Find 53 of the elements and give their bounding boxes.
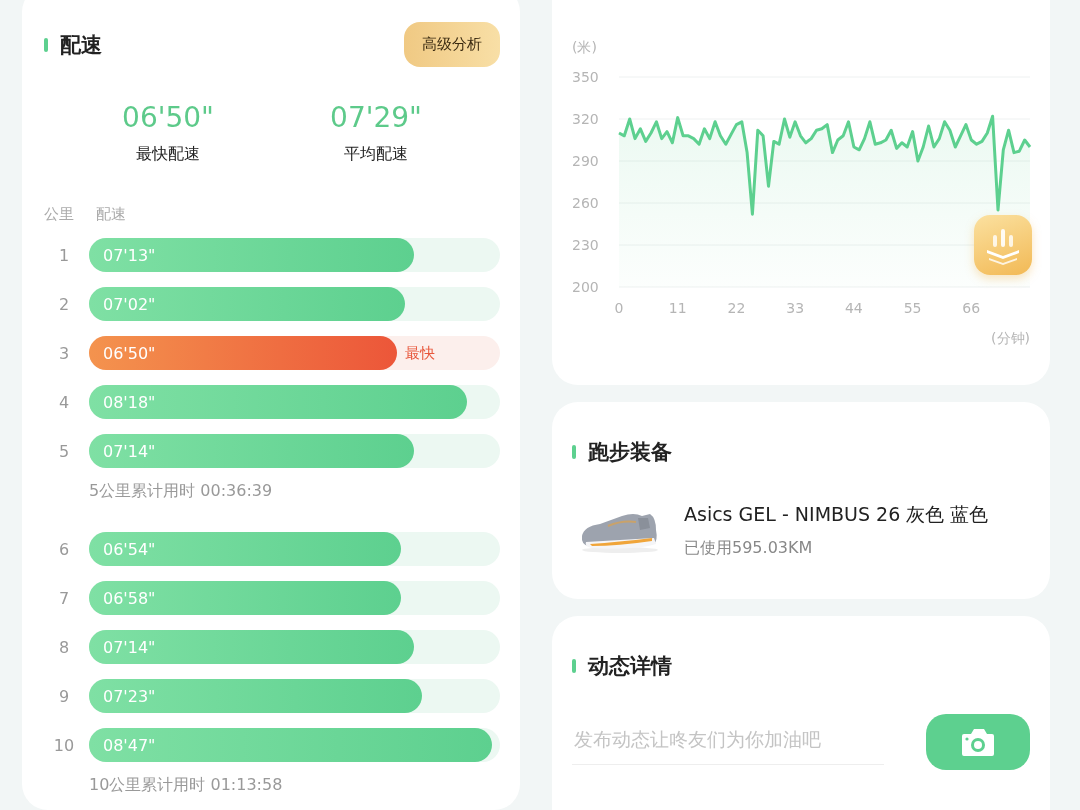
x-axis-unit: (分钟) <box>991 330 1030 346</box>
x-tick-label: 33 <box>786 300 805 316</box>
cumulative-time: 10公里累计用时 01:13:58 <box>88 775 284 796</box>
pace-bar: 08'47" <box>89 728 492 762</box>
shoe-name: Asics GEL - NIMBUS 26 灰色 蓝色 <box>684 502 989 527</box>
km-number: 9 <box>57 686 71 706</box>
camera-button[interactable] <box>926 714 1030 770</box>
km-number: 5 <box>57 441 71 461</box>
km-number: 10 <box>52 735 76 755</box>
pace-bar: 07'14" <box>89 434 414 468</box>
section-title: 配速 <box>60 31 102 59</box>
km-number: 1 <box>57 245 71 265</box>
pace-bar: 07'14" <box>89 630 414 664</box>
pace-bar: 06'50" <box>89 336 398 370</box>
x-tick-label: 11 <box>668 300 687 316</box>
km-number: 2 <box>57 294 71 314</box>
km-number: 7 <box>57 588 71 608</box>
fastest-label: 最快 <box>405 343 436 363</box>
y-tick-label: 260 <box>572 195 599 211</box>
stat-value: 06'50" <box>122 101 214 134</box>
stat-label: 平均配速 <box>344 144 408 165</box>
y-tick-label: 230 <box>572 237 599 253</box>
stat-label: 最快配速 <box>136 144 200 165</box>
x-tick-label: 44 <box>844 300 863 316</box>
x-tick-label: 0 <box>614 300 624 316</box>
pace-bar: 06'54" <box>89 532 402 566</box>
pace-bar: 07'02" <box>89 287 406 321</box>
shoe-mileage: 已使用595.03KM <box>684 538 814 559</box>
x-tick-label: 22 <box>727 300 746 316</box>
pace-bar: 06'58" <box>89 581 402 615</box>
cumulative-time: 5公里累计用时 00:36:39 <box>88 481 274 502</box>
camera-icon <box>960 726 996 758</box>
column-header: 公里 <box>44 205 74 224</box>
y-tick-label: 290 <box>572 153 599 169</box>
section-title: 动态详情 <box>588 653 672 680</box>
x-tick-label: 55 <box>903 300 922 316</box>
advanced-analysis-button[interactable]: 高级分析 <box>404 22 500 67</box>
y-tick-label: 350 <box>572 69 599 85</box>
column-header: 配速 <box>96 205 126 224</box>
section-title: 跑步装备 <box>588 439 672 466</box>
stat-value: 07'29" <box>330 101 422 134</box>
pace-bar: 08'18" <box>89 385 468 419</box>
x-tick-label: 66 <box>962 300 981 316</box>
km-number: 8 <box>57 637 71 657</box>
pace-bar: 07'23" <box>89 679 422 713</box>
pace-bar: 07'13" <box>89 238 414 272</box>
km-number: 6 <box>57 539 71 559</box>
y-tick-label: 200 <box>572 279 599 295</box>
y-axis-unit: (米) <box>572 40 597 55</box>
km-number: 3 <box>57 343 71 363</box>
km-number: 4 <box>57 392 71 412</box>
y-tick-label: 320 <box>572 111 599 127</box>
elevation-button[interactable] <box>974 215 1032 275</box>
